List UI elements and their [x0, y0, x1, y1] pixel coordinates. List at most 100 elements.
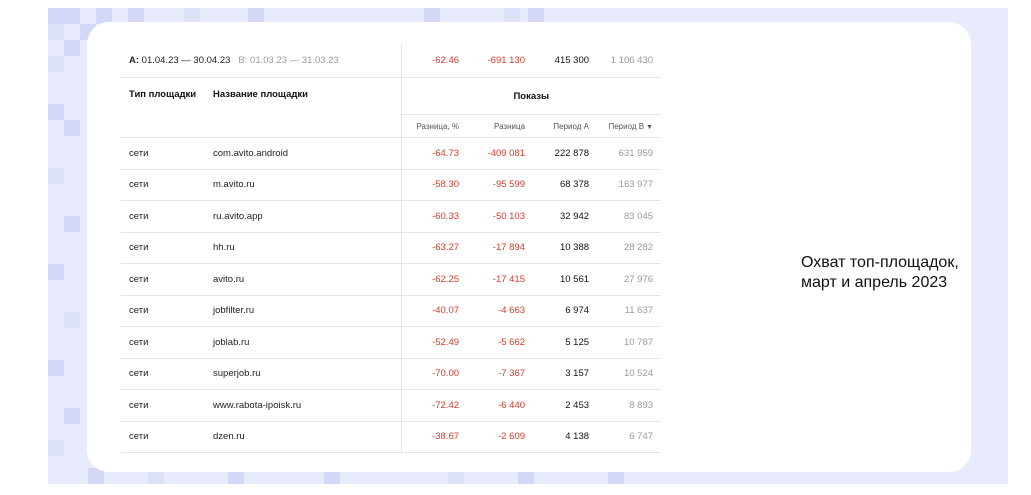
- cell-diff-pct: -58.30: [401, 169, 468, 201]
- period-a: A: 01.04.23 — 30.04.23: [129, 55, 231, 66]
- bg-square: [48, 440, 64, 456]
- cell-platform-type: сети: [121, 295, 205, 327]
- sort-down-icon[interactable]: ▼: [646, 124, 653, 131]
- cell-diff-pct: -63.27: [401, 232, 468, 264]
- table-row[interactable]: сети avito.ru -62.25 -17 415 10 561 27 976: [121, 263, 661, 296]
- total-diff-pct: -62.46: [401, 44, 468, 78]
- cell-period-b: 10 787: [597, 326, 661, 359]
- cell-period-a: 222 878: [533, 137, 598, 170]
- bg-square: [64, 120, 80, 136]
- cell-platform-name: avito.ru: [205, 263, 402, 296]
- bg-square: [64, 8, 80, 24]
- cell-period-b: 6 747: [597, 421, 661, 453]
- cell-diff: -4 663: [467, 295, 534, 327]
- cell-platform-type: сети: [121, 263, 205, 296]
- cell-period-b: 8 893: [597, 389, 661, 422]
- cell-platform-type: сети: [121, 232, 205, 264]
- cell-platform-name: m.avito.ru: [205, 169, 402, 201]
- table-row[interactable]: сети jobfilter.ru -40.07 -4 663 6 974 11 637: [121, 295, 661, 327]
- cell-diff-pct: -52.49: [401, 326, 468, 359]
- bg-square: [48, 24, 64, 40]
- table-row[interactable]: сети ru.avito.app -60.33 -50 103 32 942 83 04…: [121, 200, 661, 233]
- cell-period-b: 83 045: [597, 200, 661, 233]
- cell-platform-name: ru.avito.app: [205, 200, 402, 233]
- table-row[interactable]: сети joblab.ru -52.49 -5 662 5 125 10 787: [121, 326, 661, 359]
- bg-square: [48, 360, 64, 376]
- cell-platform-type: сети: [121, 137, 205, 170]
- caption: Охват топ-площадок, март и апрель 2023: [801, 253, 971, 293]
- column-header-name[interactable]: Название площадки: [205, 77, 402, 138]
- cell-platform-name: joblab.ru: [205, 326, 402, 359]
- cell-period-b: 28 282: [597, 232, 661, 264]
- stats-table: A: 01.04.23 — 30.04.23 B: 01.03.23 — 31.0…: [121, 44, 661, 453]
- table-row[interactable]: сети hh.ru -63.27 -17 894 10 388 28 282: [121, 232, 661, 264]
- cell-platform-type: сети: [121, 200, 205, 233]
- cell-period-a: 10 388: [533, 232, 598, 264]
- cell-platform-type: сети: [121, 421, 205, 453]
- cell-period-a: 4 138: [533, 421, 598, 453]
- table-row[interactable]: сети superjob.ru -70.00 -7 367 3 157 10 524: [121, 358, 661, 390]
- cell-period-a: 2 453: [533, 389, 598, 422]
- header-row: Тип площадки Название площадки Показы: [121, 77, 661, 138]
- summary-row: A: 01.04.23 — 30.04.23 B: 01.03.23 — 31.0…: [121, 44, 661, 78]
- cell-diff-pct: -72.42: [401, 389, 468, 422]
- cell-diff-pct: -40.07: [401, 295, 468, 327]
- cell-period-b: 10 524: [597, 358, 661, 390]
- bg-square: [48, 8, 64, 24]
- cell-platform-name: www.rabota-ipoisk.ru: [205, 389, 402, 422]
- cell-period-a: 5 125: [533, 326, 598, 359]
- cell-diff-pct: -38.67: [401, 421, 468, 453]
- cell-diff: -17 415: [467, 263, 534, 296]
- bg-square: [64, 312, 80, 328]
- cell-platform-name: superjob.ru: [205, 358, 402, 390]
- bg-square: [64, 408, 80, 424]
- bg-square: [48, 56, 64, 72]
- cell-period-a: 10 561: [533, 263, 598, 296]
- cell-period-a: 6 974: [533, 295, 598, 327]
- cell-diff: -409 081: [467, 137, 534, 170]
- cell-diff-pct: -62.25: [401, 263, 468, 296]
- column-header-diff-pct[interactable]: Разница, %: [401, 114, 468, 138]
- cell-platform-type: сети: [121, 326, 205, 359]
- cell-diff: -6 440: [467, 389, 534, 422]
- column-header-type[interactable]: Тип площадки: [121, 77, 205, 138]
- total-period-a: 415 300: [533, 44, 598, 78]
- column-header-diff[interactable]: Разница: [467, 114, 534, 138]
- cell-period-b: 163 977: [597, 169, 661, 201]
- cell-diff: -7 367: [467, 358, 534, 390]
- cell-diff: -95 599: [467, 169, 534, 201]
- cell-platform-name: com.avito.android: [205, 137, 402, 170]
- bg-square: [48, 104, 64, 120]
- cell-period-b: 27 976: [597, 263, 661, 296]
- cell-platform-type: сети: [121, 389, 205, 422]
- table-row[interactable]: сети dzen.ru -38.67 -2 609 4 138 6 747: [121, 421, 661, 453]
- caption-line-1: Охват топ-площадок,: [801, 254, 959, 271]
- cell-platform-name: jobfilter.ru: [205, 295, 402, 327]
- cell-diff: -50 103: [467, 200, 534, 233]
- cell-diff-pct: -70.00: [401, 358, 468, 390]
- cell-period-a: 68 378: [533, 169, 598, 201]
- cell-period-a: 3 157: [533, 358, 598, 390]
- cell-period-a: 32 942: [533, 200, 598, 233]
- total-period-b: 1 106 430: [597, 44, 661, 78]
- stats-table-container: A: 01.04.23 — 30.04.23 B: 01.03.23 — 31.0…: [121, 44, 661, 472]
- cell-platform-type: сети: [121, 169, 205, 201]
- cell-diff: -5 662: [467, 326, 534, 359]
- cell-platform-name: hh.ru: [205, 232, 402, 264]
- caption-line-2: март и апрель 2023: [801, 274, 948, 291]
- bg-square: [64, 216, 80, 232]
- cell-period-b: 631 959: [597, 137, 661, 170]
- table-row[interactable]: сети com.avito.android -64.73 -409 081 222 8…: [121, 137, 661, 170]
- table-row[interactable]: сети www.rabota-ipoisk.ru -72.42 -6 440 2 45…: [121, 389, 661, 422]
- column-header-period-b[interactable]: Период В ▼: [597, 114, 661, 138]
- period-selector[interactable]: A: 01.04.23 — 30.04.23 B: 01.03.23 — 31.0…: [121, 44, 402, 78]
- table-row[interactable]: сети m.avito.ru -58.30 -95 599 68 378 163 977: [121, 169, 661, 201]
- cell-diff: -17 894: [467, 232, 534, 264]
- bg-square: [48, 168, 64, 184]
- cell-diff: -2 609: [467, 421, 534, 453]
- column-header-period-a[interactable]: Период А: [533, 114, 598, 138]
- cell-period-b: 11 637: [597, 295, 661, 327]
- bg-square: [64, 40, 80, 56]
- column-group-impressions: Показы: [513, 90, 550, 102]
- cell-platform-name: dzen.ru: [205, 421, 402, 453]
